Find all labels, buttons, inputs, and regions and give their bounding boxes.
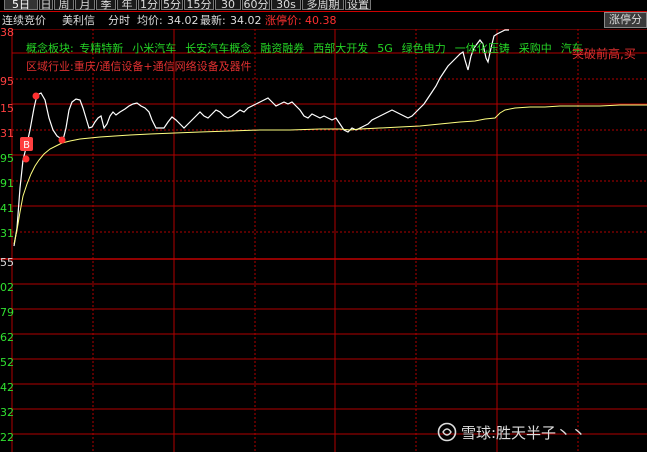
limit-up-button[interactable]: 涨停分	[604, 12, 647, 28]
stock-name: 美利信	[62, 14, 95, 27]
period-button-13[interactable]: 设置	[345, 0, 371, 11]
annotation-note: 突破前高,买	[572, 47, 636, 61]
trade-point-marker	[32, 92, 40, 100]
avg-price-value: 34.02	[167, 14, 199, 27]
period-button-0[interactable]: 5日	[4, 0, 38, 11]
concept-item[interactable]: 采购中	[519, 42, 552, 55]
concept-item[interactable]: 一体化压铸	[455, 42, 510, 55]
concept-item[interactable]: 西部大开发	[313, 42, 368, 55]
concept-item[interactable]: 绿色电力	[402, 42, 446, 55]
avg-price-label: 均价:	[137, 14, 163, 27]
period-button-7[interactable]: 5分	[161, 0, 183, 11]
price-axis-label: 31	[0, 127, 14, 140]
period-button-5[interactable]: 年	[117, 0, 137, 11]
last-price-label: 最新:	[200, 14, 226, 27]
concept-sectors: 概念板块: 专精特新 小米汽车 长安汽车概念 融资融券 西部大开发 5G 绿色电力 一体化压铸…	[26, 40, 592, 56]
period-button-9[interactable]: 30分	[215, 0, 241, 11]
concept-prefix: 概念板块:	[26, 42, 74, 55]
price-axis-label: 31	[0, 227, 14, 240]
period-button-11[interactable]: 30s	[271, 0, 301, 11]
price-axis-label: 41	[0, 202, 14, 215]
period-toolbar: 5日日周月季年1分5分15分30分60分30s多周期设置	[0, 0, 647, 11]
period-button-1[interactable]: 日	[39, 0, 53, 11]
volume-axis-label: 52	[0, 356, 14, 369]
period-button-4[interactable]: 季	[96, 0, 116, 11]
period-button-8[interactable]: 15分	[184, 0, 214, 11]
price-axis-label: 55	[0, 256, 14, 269]
limit-up-label: 涨停价:	[265, 14, 302, 27]
region-industry: 区域行业:重庆/通信设备+通信网络设备及器件	[26, 60, 252, 73]
concept-item[interactable]: 专精特新	[79, 42, 123, 55]
xueqiu-logo-icon	[437, 422, 457, 442]
period-button-10[interactable]: 60分	[242, 0, 270, 11]
period-button-3[interactable]: 月	[75, 0, 95, 11]
price-axis-label: 15	[0, 102, 14, 115]
concept-item[interactable]: 5G	[377, 42, 393, 55]
buy-marker-label: B	[23, 140, 30, 151]
volume-axis-label: 22	[0, 431, 14, 444]
volume-axis-label: 32	[0, 406, 14, 419]
concept-item[interactable]: 融资融券	[260, 42, 304, 55]
price-axis-label: 38	[0, 26, 14, 39]
chart-grid	[0, 28, 647, 452]
period-button-6[interactable]: 1分	[138, 0, 160, 11]
price-axis-label: 95	[0, 75, 14, 88]
trade-markers: B	[20, 92, 66, 163]
concept-item[interactable]: 小米汽车	[132, 42, 176, 55]
trade-point-marker	[22, 155, 30, 163]
period-button-12[interactable]: 多周期	[302, 0, 344, 11]
volume-axis-label: 42	[0, 381, 14, 394]
price-axis-label: 95	[0, 152, 14, 165]
volume-axis-label: 02	[0, 281, 14, 294]
last-price-value: 34.02	[230, 14, 262, 27]
volume-axis-label: 62	[0, 331, 14, 344]
limit-up-price: 40.38	[305, 14, 337, 27]
watermark: 雪球:胜天半子丶丶	[437, 422, 586, 443]
avg-price-line	[13, 104, 647, 245]
info-bar: 连续竞价 美利信 分时 均价: 34.02 最新: 34.02 涨停价: 40.…	[0, 12, 647, 29]
trade-point-marker	[58, 136, 66, 144]
volume-axis-label: 79	[0, 306, 14, 319]
chart-type-label: 分时	[108, 14, 130, 27]
concept-item[interactable]: 长安汽车概念	[185, 42, 251, 55]
watermark-text: 雪球:胜天半子丶丶	[461, 424, 587, 442]
price-axis-label: 91	[0, 177, 14, 190]
period-button-2[interactable]: 周	[54, 0, 74, 11]
